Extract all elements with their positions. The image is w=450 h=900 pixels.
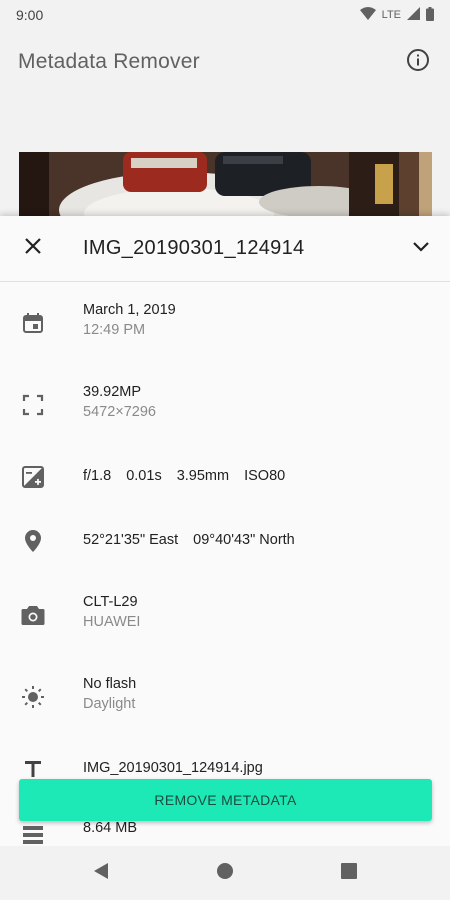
exposure-text: f/1.8 0.01s 3.95mm ISO80 (83, 468, 285, 484)
photo-preview[interactable] (19, 152, 432, 216)
date-row: March 1, 2019 12:49 PM (0, 300, 450, 346)
chevron-down-icon (412, 240, 430, 258)
flash-row: No flash Daylight (0, 674, 450, 720)
time-value: 12:49 PM (83, 322, 146, 338)
battery-icon (426, 6, 434, 24)
resolution-text: 39.92MP 5472×7296 (83, 384, 156, 420)
filename-text: IMG_20190301_124914.jpg (83, 760, 263, 776)
aperture-value: f/1.8 (83, 468, 112, 484)
back-button[interactable] (39, 846, 163, 900)
dimensions-value: 5472×7296 (83, 404, 156, 420)
info-button[interactable] (404, 48, 432, 76)
filesize-text: 8.64 MB (83, 820, 137, 836)
metadata-sheet: IMG_20190301_124914 March 1, 2019 12:49 … (0, 216, 450, 846)
date-text: March 1, 2019 12:49 PM (83, 302, 176, 338)
remove-metadata-button[interactable]: REMOVE METADATA (19, 779, 432, 821)
location-row: 52°21'35" East 09°40'43" North (0, 528, 450, 554)
resolution-row: 39.92MP 5472×7296 (0, 382, 450, 428)
app-title: Metadata Remover (18, 50, 200, 73)
filesize-value: 8.64 MB (83, 820, 137, 836)
exposure-row: f/1.8 0.01s 3.95mm ISO80 (0, 464, 450, 490)
iso-value: ISO80 (244, 468, 286, 484)
brightness-icon (20, 684, 46, 710)
status-icons: LTE (359, 6, 434, 24)
back-icon (93, 862, 109, 885)
photo-image (19, 152, 432, 216)
info-icon (406, 48, 430, 77)
calendar-icon (20, 310, 46, 336)
fullscreen-icon (20, 392, 46, 418)
app-bar: Metadata Remover (0, 30, 450, 94)
exposure-values: f/1.8 0.01s 3.95mm ISO80 (83, 468, 285, 484)
recents-button[interactable] (287, 846, 411, 900)
latitude-value: 09°40'43" North (193, 532, 295, 548)
longitude-value: 52°21'35" East (83, 532, 179, 548)
coordinates: 52°21'35" East 09°40'43" North (83, 532, 295, 548)
recents-icon (341, 862, 357, 884)
close-icon (24, 237, 42, 260)
collapse-button[interactable] (408, 236, 434, 262)
white-balance-value: Daylight (83, 696, 136, 712)
focal-length-value: 3.95mm (176, 468, 230, 484)
home-icon (216, 862, 234, 885)
flash-text: No flash Daylight (83, 676, 136, 712)
close-button[interactable] (20, 236, 46, 262)
shutter-value: 0.01s (126, 468, 162, 484)
camera-text: CLT-L29 HUAWEI (83, 594, 140, 630)
status-time: 9:00 (16, 7, 44, 23)
home-button[interactable] (163, 846, 287, 900)
date-value: March 1, 2019 (83, 302, 176, 318)
location-pin-icon (20, 528, 46, 554)
camera-maker-value: HUAWEI (83, 614, 141, 630)
signal-icon (407, 7, 420, 23)
camera-model-value: CLT-L29 (83, 594, 138, 610)
sheet-header: IMG_20190301_124914 (0, 216, 450, 282)
storage-icon (20, 822, 46, 846)
sheet-title: IMG_20190301_124914 (83, 237, 305, 259)
wifi-icon (359, 7, 376, 23)
status-bar: 9:00 LTE (0, 0, 450, 30)
filename-value: IMG_20190301_124914.jpg (83, 760, 263, 776)
navigation-bar (0, 846, 450, 900)
exposure-icon (20, 464, 46, 490)
camera-icon (20, 602, 46, 628)
flash-value: No flash (83, 676, 137, 692)
location-text: 52°21'35" East 09°40'43" North (83, 532, 295, 548)
network-type: LTE (381, 9, 401, 21)
megapixels-value: 39.92MP (83, 384, 142, 400)
camera-row: CLT-L29 HUAWEI (0, 592, 450, 638)
